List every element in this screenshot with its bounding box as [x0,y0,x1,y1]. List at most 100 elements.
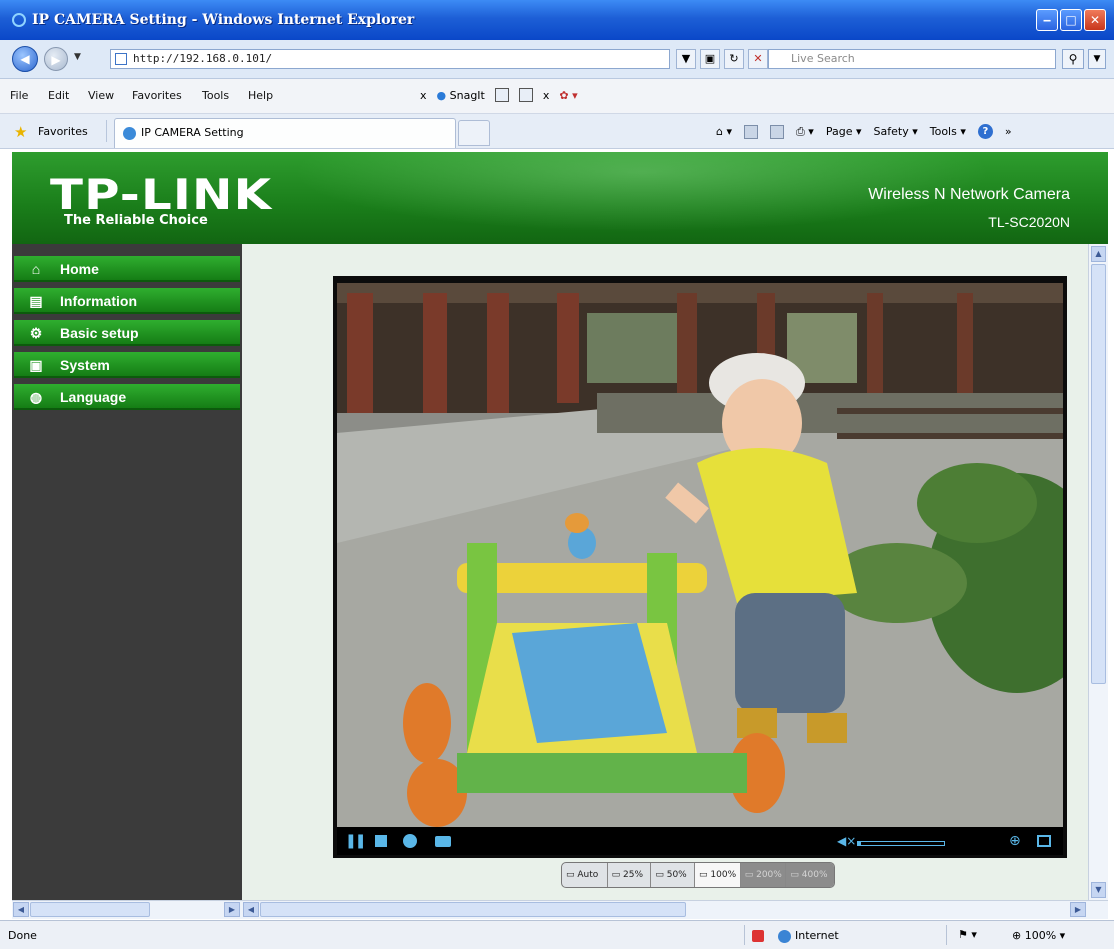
tab-ip-camera-setting[interactable]: IP CAMERA Setting [114,118,456,148]
mail-icon[interactable] [770,124,785,139]
size-100-button[interactable]: ▭ 100% [695,863,741,887]
scroll-thumb[interactable] [30,902,150,917]
menu-bar: File Edit View Favorites Tools Help x ● … [0,79,1114,114]
vertical-scrollbar[interactable]: ▲ ▼ [1088,244,1108,900]
ie-logo-icon [12,13,26,27]
sidebar-horizontal-scrollbar[interactable]: ◀ ▶ [12,900,242,919]
home-page-icon[interactable]: ⌂ ▾ [716,125,732,138]
sidebar-item-system[interactable]: ▣ System [14,352,240,378]
sidebar-item-label: Information [60,293,137,309]
toolbar-close-icon[interactable]: x [420,89,427,102]
page-menu-label: Page [825,125,853,138]
scroll-left-icon[interactable]: ◀ [13,902,29,917]
menu-file[interactable]: File [10,89,28,102]
menu-edit[interactable]: Edit [48,89,69,102]
compatibility-icon[interactable]: ▣ [700,49,720,69]
fullscreen-icon[interactable] [1037,835,1051,847]
security-zone[interactable]: Internet [778,929,839,943]
menu-favorites[interactable]: Favorites [132,89,182,102]
favorites-star-icon[interactable]: ★ [14,123,27,141]
window-controls: ‒ □ ✕ [1036,9,1106,31]
sidebar-item-language[interactable]: ◍ Language [14,384,240,410]
zoom-icon[interactable]: ⊕ [1009,833,1021,849]
page-header: TP-LINK The Reliable Choice Wireless N N… [12,152,1108,244]
record-icon[interactable] [403,834,417,848]
scroll-thumb[interactable] [1091,264,1106,684]
scroll-right-icon[interactable]: ▶ [224,902,240,917]
favorites-bar: ★ Favorites IP CAMERA Setting ⌂ ▾ ⎙ ▾ Pa… [0,114,1114,149]
tools-menu[interactable]: Tools ▾ [930,125,966,138]
snapshot-icon[interactable] [435,836,451,847]
divider [744,925,745,945]
scroll-left-icon[interactable]: ◀ [243,902,259,917]
status-bar: Done Internet ⚑ ▾ ⊕ 100% ▾ [0,920,1114,949]
menu-tools[interactable]: Tools [202,89,229,102]
translate-icon[interactable]: ✿ ▾ [559,89,577,102]
safety-menu-label: Safety [873,125,909,138]
refresh-icon[interactable]: ↻ [724,49,744,69]
more-commands-icon[interactable]: » [1005,125,1012,138]
print-icon[interactable]: ⎙ ▾ [796,125,814,139]
size-label: 400% [801,870,828,880]
toolbar-close-icon-2[interactable]: x [543,89,550,102]
sidebar-item-label: System [60,357,110,373]
scroll-right-icon[interactable]: ▶ [1070,902,1086,917]
url-dropdown-icon[interactable]: ▼ [676,49,696,69]
addon-toolbar: x ● SnagIt x ✿ ▾ [420,88,578,102]
new-tab-button[interactable] [458,120,490,146]
size-auto-button[interactable]: ▭ Auto [562,863,608,887]
size-200-button: ▭ 200% [740,863,787,887]
window-titlebar: IP CAMERA Setting - Windows Internet Exp… [0,0,1114,40]
sidebar-item-basic-setup[interactable]: ⚙ Basic setup [14,320,240,346]
help-icon[interactable]: ? [977,124,993,139]
globe-icon [778,929,791,943]
size-25-button[interactable]: ▭ 25% [608,863,652,887]
snagit-button[interactable]: ● SnagIt [437,89,485,102]
search-input[interactable]: Live Search [768,49,1056,69]
minimize-button[interactable]: ‒ [1036,9,1058,31]
menu-view[interactable]: View [88,89,114,102]
gear-icon: ⚙ [29,325,43,341]
sidebar-item-home[interactable]: ⌂ Home [14,256,240,282]
blocked-content-icon[interactable] [752,930,764,942]
sidebar-item-information[interactable]: ▤ Information [14,288,240,314]
content-horizontal-scrollbar[interactable]: ◀ ▶ [242,900,1108,919]
sidebar-item-label: Basic setup [60,325,139,341]
live-video-feed[interactable] [337,283,1063,827]
page-menu[interactable]: Page ▾ [826,125,862,138]
history-dropdown-icon[interactable]: ▼ [74,52,81,62]
feeds-icon[interactable] [744,124,759,139]
status-text: Done [8,929,37,942]
size-50-button[interactable]: ▭ 50% [651,863,696,887]
snagit-label: SnagIt [449,88,485,102]
pause-icon[interactable]: ❚❚ [345,833,367,849]
search-options-icon[interactable]: ▼ [1088,49,1106,69]
snagit-editor-icon[interactable] [518,88,533,102]
url-field[interactable]: http://192.168.0.101/ [110,49,670,69]
scroll-down-icon[interactable]: ▼ [1091,882,1106,898]
address-actions: ▼ ▣ ↻ ✕ [676,49,768,69]
sidebar-item-label: Home [60,261,99,277]
forward-button[interactable]: ▶ [44,47,68,71]
size-label: Auto [577,870,599,880]
zoom-level[interactable]: ⊕ 100% ▾ [1012,929,1065,942]
volume-slider[interactable] [857,841,945,846]
divider [946,925,947,945]
protected-mode-icon[interactable]: ⚑ ▾ [958,928,977,941]
size-label: 50% [666,870,687,880]
safety-menu[interactable]: Safety ▾ [874,125,918,138]
stop-icon[interactable]: ✕ [748,49,768,69]
mute-icon[interactable]: ◀× [837,833,856,849]
volume-level [857,841,861,846]
close-button[interactable]: ✕ [1084,9,1106,31]
snagit-capture-icon[interactable] [494,88,509,102]
scroll-up-icon[interactable]: ▲ [1091,246,1106,262]
scroll-thumb[interactable] [260,902,686,917]
back-button[interactable]: ◀ [12,46,38,72]
favorites-button[interactable]: Favorites [38,125,88,138]
stop-icon[interactable] [375,835,387,847]
maximize-button[interactable]: □ [1060,9,1082,31]
menu-help[interactable]: Help [248,89,273,102]
page-icon [115,53,127,65]
search-icon[interactable]: ⚲ [1062,49,1084,69]
